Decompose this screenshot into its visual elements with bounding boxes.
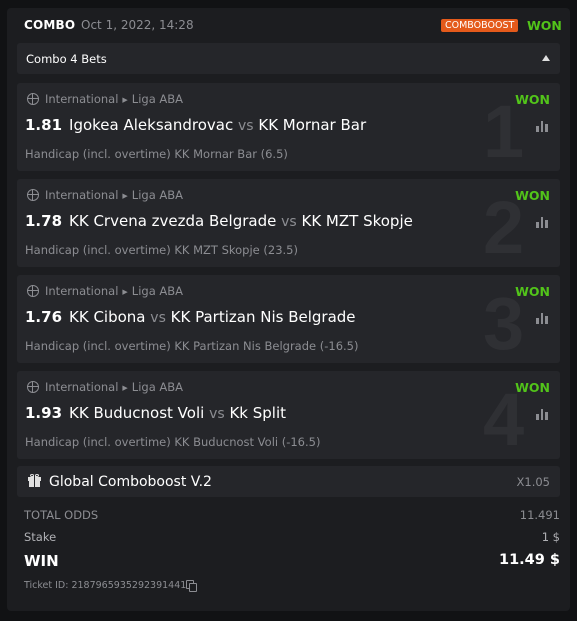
stats-icon[interactable] bbox=[536, 313, 548, 324]
leg-odds: 1.76 bbox=[25, 308, 63, 326]
leg-status: WON bbox=[515, 188, 550, 203]
win-value: 11.49 $ bbox=[498, 552, 560, 568]
leg-category: International bbox=[45, 92, 119, 106]
basketball-icon bbox=[27, 189, 39, 201]
total-odds-value: 11.491 bbox=[519, 508, 560, 522]
breadcrumb-arrow-icon: ▶ bbox=[122, 96, 128, 104]
breadcrumb-arrow-icon: ▶ bbox=[122, 384, 128, 392]
basketball-icon bbox=[27, 381, 39, 393]
leg-vs: vs bbox=[209, 406, 225, 422]
breadcrumb-arrow-icon: ▶ bbox=[122, 288, 128, 296]
ticket-id: Ticket ID: 2187965935292391441 bbox=[24, 580, 187, 591]
combo-title: Combo 4 Bets bbox=[26, 52, 107, 66]
leg-league-name: Liga ABA bbox=[131, 284, 184, 298]
leg-league: International ▶ Liga ABA bbox=[45, 380, 183, 394]
leg-away: KK Partizan Nis Belgrade bbox=[170, 308, 356, 326]
leg-league-name: Liga ABA bbox=[131, 188, 184, 202]
leg-home: KK Cibona bbox=[69, 308, 146, 326]
stake-label: Stake bbox=[24, 530, 57, 544]
leg-league: International ▶ Liga ABA bbox=[45, 188, 183, 202]
bet-leg: 2 International ▶ Liga ABA WON 1.78 KK Crve… bbox=[17, 179, 560, 267]
leg-event: 1.93 KK Buducnost Voli vs Kk Split bbox=[25, 404, 286, 422]
leg-vs: vs bbox=[150, 310, 166, 326]
bet-datetime: Oct 1, 2022, 14:28 bbox=[81, 18, 194, 32]
leg-selection: Handicap (incl. overtime) KK Buducnost V… bbox=[25, 435, 321, 449]
stats-icon[interactable] bbox=[536, 217, 548, 228]
leg-league-name: Liga ABA bbox=[131, 380, 184, 394]
comboboost-title: Global Comboboost V.2 bbox=[49, 474, 212, 490]
leg-odds: 1.81 bbox=[25, 116, 63, 134]
leg-event: 1.81 Igokea Aleksandrovac vs KK Mornar Ba… bbox=[25, 116, 366, 134]
combo-toggle[interactable]: Combo 4 Bets bbox=[17, 43, 560, 74]
bet-leg: 1 International ▶ Liga ABA WON 1.81 Igokea … bbox=[17, 83, 560, 171]
breadcrumb-arrow-icon: ▶ bbox=[122, 192, 128, 200]
basketball-icon bbox=[27, 285, 39, 297]
leg-vs: vs bbox=[237, 118, 254, 134]
leg-home: KK Buducnost Voli bbox=[69, 404, 205, 422]
leg-status: WON bbox=[515, 92, 550, 107]
bet-header: COMBO Oct 1, 2022, 14:28 COMBOBOOST WON bbox=[7, 8, 570, 42]
leg-category: International bbox=[45, 188, 119, 202]
leg-event: 1.78 KK Crvena zvezda Belgrade vs KK MZT … bbox=[25, 212, 413, 230]
leg-home: KK Crvena zvezda Belgrade bbox=[69, 212, 277, 230]
basketball-icon bbox=[27, 93, 39, 105]
total-odds-label: TOTAL ODDS bbox=[24, 508, 99, 522]
leg-selection: Handicap (incl. overtime) KK Mornar Bar … bbox=[25, 147, 288, 161]
bet-card: COMBO Oct 1, 2022, 14:28 COMBOBOOST WON … bbox=[7, 8, 570, 611]
leg-league: International ▶ Liga ABA bbox=[45, 284, 183, 298]
leg-league: International ▶ Liga ABA bbox=[45, 92, 183, 106]
bet-status: WON bbox=[527, 18, 562, 33]
caret-up-icon[interactable] bbox=[542, 55, 550, 61]
leg-odds: 1.78 bbox=[25, 212, 63, 230]
leg-league-name: Liga ABA bbox=[131, 92, 184, 106]
leg-selection: Handicap (incl. overtime) KK MZT Skopje … bbox=[25, 243, 298, 257]
leg-away: KK Mornar Bar bbox=[258, 116, 367, 134]
stats-icon[interactable] bbox=[536, 121, 548, 132]
win-label: WIN bbox=[24, 552, 59, 570]
leg-category: International bbox=[45, 380, 119, 394]
comboboost-badge: COMBOBOOST bbox=[441, 19, 519, 32]
leg-home: Igokea Aleksandrovac bbox=[69, 116, 234, 134]
bet-type: COMBO bbox=[24, 18, 76, 32]
stake-value: 1 $ bbox=[541, 530, 560, 544]
comboboost-row: Global Comboboost V.2 X1.05 bbox=[17, 466, 560, 497]
leg-category: International bbox=[45, 284, 119, 298]
leg-selection: Handicap (incl. overtime) KK Partizan Ni… bbox=[25, 339, 359, 353]
copy-icon[interactable] bbox=[186, 580, 197, 592]
leg-away: Kk Split bbox=[229, 404, 287, 422]
leg-vs: vs bbox=[281, 214, 297, 230]
leg-event: 1.76 KK Cibona vs KK Partizan Nis Belgrad… bbox=[25, 308, 356, 326]
bet-leg: 3 International ▶ Liga ABA WON 1.76 KK Cibo… bbox=[17, 275, 560, 363]
leg-odds: 1.93 bbox=[25, 404, 63, 422]
stats-icon[interactable] bbox=[536, 409, 548, 420]
leg-status: WON bbox=[515, 380, 550, 395]
comboboost-multiplier: X1.05 bbox=[516, 475, 550, 489]
bet-leg: 4 International ▶ Liga ABA WON 1.93 KK Budu… bbox=[17, 371, 560, 459]
leg-status: WON bbox=[515, 284, 550, 299]
leg-away: KK MZT Skopje bbox=[301, 212, 413, 230]
gift-icon bbox=[28, 474, 41, 487]
